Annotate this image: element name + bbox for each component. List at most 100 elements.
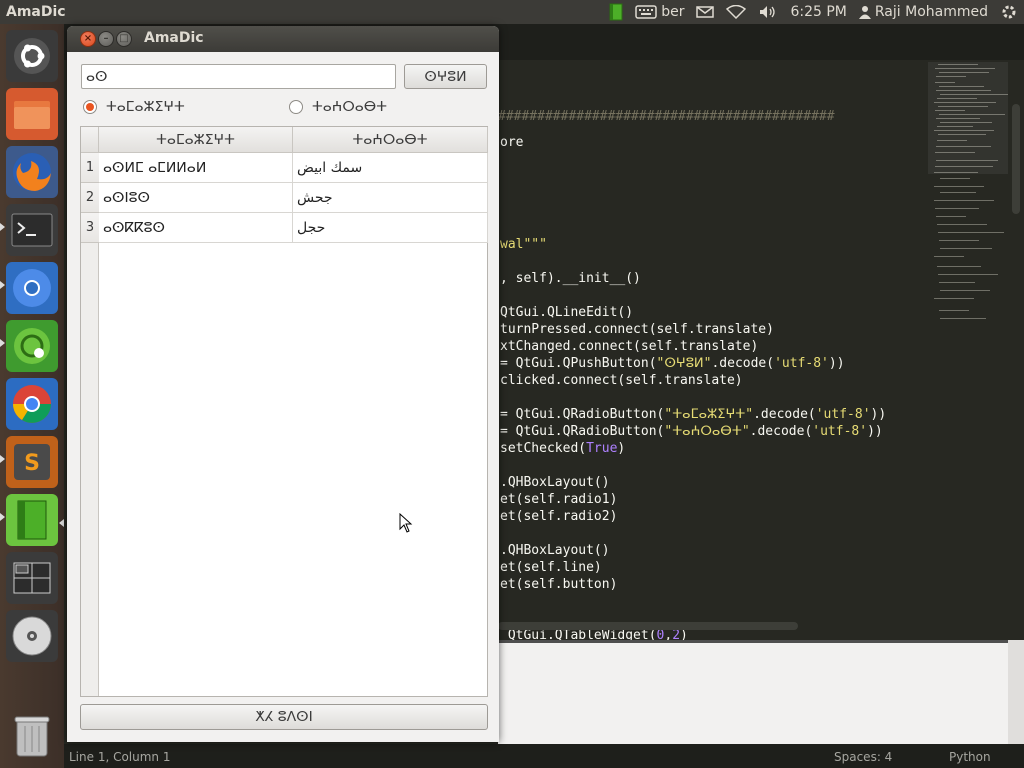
- running-indicator: [0, 339, 5, 347]
- gear-icon[interactable]: [994, 0, 1024, 24]
- chromium-icon[interactable]: [6, 262, 58, 314]
- code-line: xtChanged.connect(self.translate): [500, 339, 759, 354]
- minimap-viewport[interactable]: [928, 62, 1008, 174]
- minimap-line: [934, 298, 974, 299]
- trash-icon[interactable]: [6, 710, 58, 762]
- mouse-pointer-icon: [399, 513, 413, 533]
- table-cell-tamazight[interactable]: ⴰⵙⵍⵎ ⴰⵎⵍⵍⴰⵍ: [99, 153, 293, 183]
- radio-label: ⵜⴰⵄⵔⴰⴱⵜ: [312, 99, 387, 115]
- column-header-arabic[interactable]: ⵜⴰⵄⵔⴰⴱⵜ: [293, 127, 488, 153]
- syntax-language[interactable]: Python: [949, 750, 991, 764]
- user-name: Raji Mohammed: [874, 4, 988, 20]
- amadic-book-icon[interactable]: [6, 494, 58, 546]
- row-header[interactable]: 2: [81, 183, 99, 213]
- table-cell-arabic[interactable]: جحش: [293, 183, 488, 213]
- results-table[interactable]: ⵜⴰⵎⴰⵣⵉⵖⵜ ⵜⴰⵄⵔⴰⴱⵜ 1 ⴰⵙⵍⵎ ⴰⵎⵍⵍⴰⵍ سمك ابيض …: [80, 126, 488, 697]
- indentation-setting[interactable]: Spaces: 4: [834, 750, 892, 764]
- code-line: et(self.radio1): [500, 492, 618, 507]
- minimap-line: [940, 178, 970, 179]
- workspace-switcher-icon[interactable]: [6, 552, 58, 604]
- remote-desktop-icon[interactable]: [6, 320, 58, 372]
- minimap-line: [939, 282, 975, 283]
- close-icon: ×: [83, 33, 93, 44]
- dvd-drive-icon[interactable]: [6, 610, 58, 662]
- running-indicator: [0, 281, 5, 289]
- keyboard-layout-label: ber: [661, 4, 685, 20]
- network-icon[interactable]: [720, 0, 752, 24]
- firefox-icon[interactable]: [6, 146, 58, 198]
- radio-indicator[interactable]: [83, 100, 97, 114]
- minimap-line: [940, 290, 990, 291]
- code-line: wal""": [500, 237, 547, 252]
- minimap-line: [940, 318, 986, 319]
- user-icon: [858, 6, 871, 19]
- search-input[interactable]: [81, 64, 396, 89]
- minimap-line: [938, 232, 1004, 233]
- code-line: = QtGui.QRadioButton("ⵜⴰⵄⵔⴰⴱⵜ".decode('u…: [500, 424, 883, 439]
- files-icon[interactable]: [6, 88, 58, 140]
- minimap-line: [935, 208, 979, 209]
- table-cell-tamazight[interactable]: ⴰⵙⴽⴽⵓⵙ: [99, 213, 293, 243]
- sublime-text-icon[interactable]: S: [6, 436, 58, 488]
- running-indicator: [0, 223, 5, 231]
- window-title: AmaDic: [144, 30, 204, 46]
- minimap-line: [934, 200, 994, 201]
- radio-arabic[interactable]: ⵜⴰⵄⵔⴰⴱⵜ: [289, 98, 387, 116]
- code-line: turnPressed.connect(self.translate): [500, 322, 774, 337]
- minimap-line: [940, 248, 992, 249]
- running-indicator: [0, 455, 5, 463]
- radio-indicator[interactable]: [289, 100, 303, 114]
- table-cell-arabic[interactable]: حجل: [293, 213, 488, 243]
- code-line: ore: [500, 135, 524, 150]
- bottom-action-button[interactable]: ⵅⵃ ⵓⴷⵙⵏ: [80, 704, 488, 730]
- window-titlebar[interactable]: × – □ AmaDic: [67, 26, 499, 52]
- minimap-line: [934, 256, 964, 257]
- code-line: et(self.button): [500, 577, 618, 592]
- app-indicator-icon[interactable]: [603, 0, 629, 24]
- minimap-line: [937, 266, 981, 267]
- minimap-line: [936, 216, 966, 217]
- volume-icon[interactable]: [752, 0, 784, 24]
- translate-button[interactable]: ⵙⵖⵓⵍ: [404, 64, 487, 89]
- table-corner-button[interactable]: [81, 127, 99, 153]
- code-line: = QtGui.QRadioButton("ⵜⴰⵎⴰⵣⵉⵖⵜ".decode('…: [500, 407, 887, 422]
- maximize-window-button[interactable]: □: [116, 31, 132, 47]
- code-line: et(self.line): [500, 560, 602, 575]
- console-scrollbar[interactable]: [1008, 640, 1024, 744]
- terminal-icon[interactable]: [6, 204, 58, 256]
- table-cell-tamazight[interactable]: ⴰⵙⵏⵓⵙ: [99, 183, 293, 213]
- close-window-button[interactable]: ×: [80, 31, 96, 47]
- editor-status-bar: Line 1, Column 1 Spaces: 4 Python: [64, 744, 1024, 768]
- minimap-line: [937, 224, 987, 225]
- running-indicator: [0, 513, 5, 521]
- minimap-line: [940, 192, 976, 193]
- minimize-window-button[interactable]: –: [98, 31, 114, 47]
- code-line: setChecked(True): [500, 441, 626, 456]
- console-panel[interactable]: [498, 640, 1024, 744]
- keyboard-icon[interactable]: ber: [629, 0, 690, 24]
- row-header[interactable]: 1: [81, 153, 99, 183]
- user-menu[interactable]: Raji Mohammed: [853, 0, 994, 24]
- clock[interactable]: 6:25 PM: [784, 0, 852, 24]
- editor-scroll-thumb[interactable]: [1012, 104, 1020, 214]
- row-header[interactable]: 3: [81, 213, 99, 243]
- svg-text:S: S: [24, 451, 40, 476]
- chrome-icon[interactable]: [6, 378, 58, 430]
- minimap-line: [939, 310, 969, 311]
- radio-tamazight[interactable]: ⵜⴰⵎⴰⵣⵉⵖⵜ: [83, 98, 185, 116]
- minimap-line: [938, 274, 998, 275]
- editor-horizontal-scroll-thumb[interactable]: [498, 622, 798, 630]
- code-area[interactable]: ########################################…: [498, 60, 928, 644]
- column-header-tamazight[interactable]: ⵜⴰⵎⴰⵣⵉⵖⵜ: [99, 127, 293, 153]
- code-line: .QHBoxLayout(): [500, 543, 610, 558]
- code-line: = QtGui.QPushButton("ⵙⵖⵓⵍ".decode('utf-8…: [500, 356, 845, 371]
- mail-icon[interactable]: [690, 0, 720, 24]
- code-line: et(self.radio2): [500, 509, 618, 524]
- table-cell-arabic[interactable]: سمك ابيض: [293, 153, 488, 183]
- top-panel: AmaDic ber 6:25 PM Raji Mohammed: [0, 0, 1024, 24]
- active-app-title: AmaDic: [6, 4, 66, 20]
- minimap-line: [939, 240, 979, 241]
- radio-selected-dot: [86, 103, 94, 111]
- amadic-window: × – □ AmaDic ⵙⵖⵓⵍ ⵜⴰⵎⴰⵣⵉⵖⵜ ⵜⴰⵄⵔⴰⴱⵜ ⵜⴰⵎⴰⵣ…: [67, 26, 499, 742]
- ubuntu-home-icon[interactable]: [6, 30, 58, 82]
